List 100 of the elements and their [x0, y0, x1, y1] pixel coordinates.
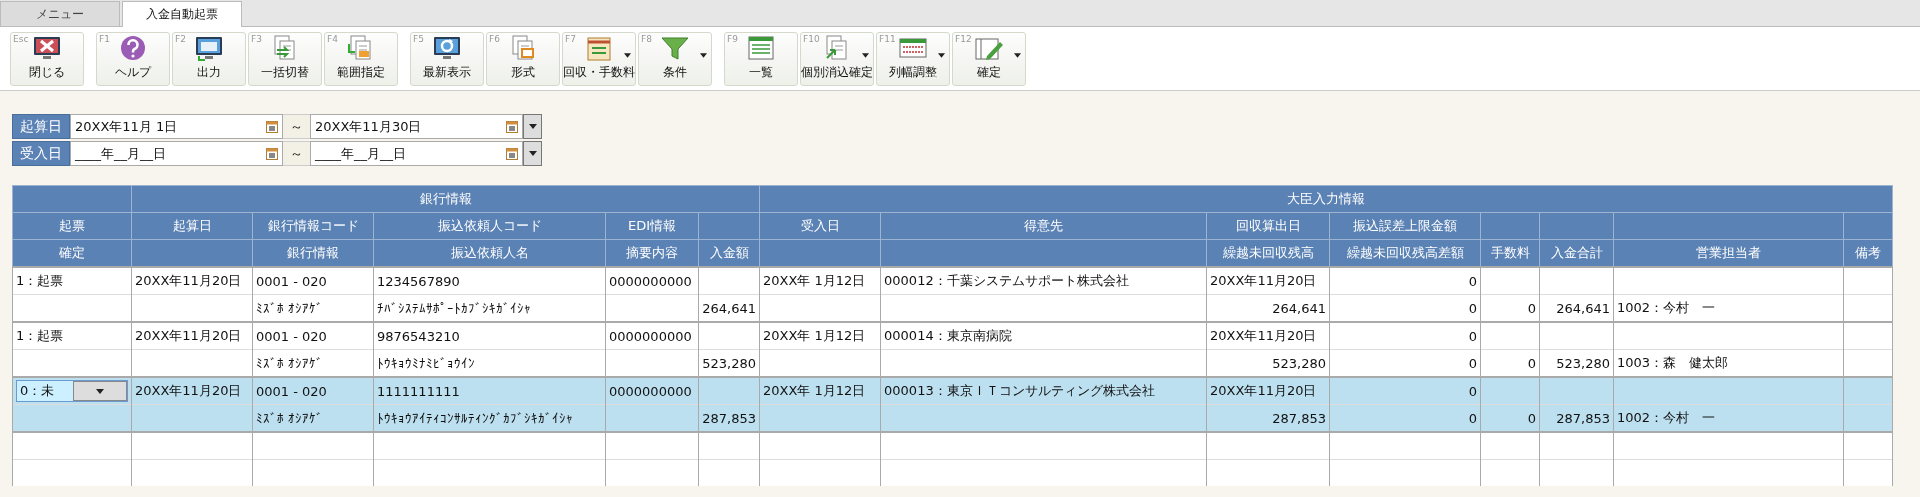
table-cell: 9876543210 — [373, 322, 606, 350]
table-cell: 523,280 — [698, 349, 760, 377]
date-field[interactable]: 20XX年11月 1日 — [70, 114, 283, 139]
table-cell: 20XX年 1月12日 — [759, 377, 881, 405]
table-cell: 523,280 — [1539, 349, 1614, 377]
range-separator: ～ — [283, 141, 310, 166]
caret-icon — [700, 52, 707, 58]
toolbar-button[interactable]: Esc 閉じる — [10, 31, 84, 86]
shortcut-key: F11 — [879, 33, 896, 44]
table-cell: 0 — [1480, 404, 1540, 432]
dropdown-button[interactable] — [523, 114, 542, 139]
toolbar-button[interactable]: F6 形式 — [486, 31, 560, 86]
caret-icon — [95, 388, 104, 394]
dropdown-button[interactable] — [523, 141, 542, 166]
table-cell: 264,641 — [698, 294, 760, 322]
list-icon — [745, 33, 777, 62]
range-separator: ～ — [283, 114, 310, 139]
table-cell: 0 — [1480, 349, 1540, 377]
column-header[interactable]: 回収算出日 — [1206, 212, 1330, 240]
toolbar-button[interactable]: F9 一覧 — [724, 31, 798, 86]
column-header[interactable]: 振込誤差上限金額 — [1329, 212, 1481, 240]
column-header[interactable]: 起算日 — [131, 212, 253, 240]
column-header[interactable]: 振込依頼人コード — [373, 212, 606, 240]
table-cell: 20XX年11月20日 — [131, 377, 253, 405]
caret-icon — [528, 151, 537, 156]
table-cell: 1234567890 — [373, 267, 606, 295]
table-cell: 20XX年11月20日 — [1206, 267, 1330, 295]
column-header[interactable]: 受入日 — [759, 212, 881, 240]
column-header[interactable]: 振込依頼人名 — [373, 239, 606, 267]
table-cell: 000014：東京南病院 — [880, 322, 1207, 350]
toolbar-button[interactable]: F7 回収・手数料 — [562, 31, 636, 86]
date-field[interactable]: ____年__月__日 — [70, 141, 283, 166]
table-cell: 287,853 — [698, 404, 760, 432]
toolbar-button[interactable]: F12 確定 — [952, 31, 1026, 86]
toolbar-button[interactable]: F10 個別消込確定 — [800, 31, 874, 86]
shortcut-key: F5 — [413, 33, 424, 44]
column-header[interactable]: EDI情報 — [605, 212, 699, 240]
column-header[interactable]: 起票 — [12, 212, 132, 240]
calendar-icon[interactable] — [266, 120, 278, 133]
group-header: 銀行情報 — [131, 185, 760, 213]
table-cell: 20XX年11月20日 — [131, 322, 253, 350]
shortcut-key: F9 — [727, 33, 738, 44]
shortcut-key: F2 — [175, 33, 186, 44]
column-header[interactable]: 繰越未回収残高 — [1206, 239, 1330, 267]
toolbar-button[interactable]: F5 最新表示 — [410, 31, 484, 86]
status-dropdown[interactable]: 0：未 — [16, 380, 128, 402]
toolbar-button[interactable]: F1 ヘルプ — [96, 31, 170, 86]
table-cell: 287,853 — [1539, 404, 1614, 432]
shortcut-key: F3 — [251, 33, 262, 44]
column-header[interactable]: 入金額 — [698, 239, 760, 267]
column-header[interactable]: 銀行情報 — [252, 239, 374, 267]
shortcut-key: F1 — [99, 33, 110, 44]
table-cell: ﾐｽﾞﾎ ｵｼｱｹﾞ — [252, 404, 374, 432]
date-field[interactable]: ____年__月__日 — [310, 141, 523, 166]
table-cell: 1111111111 — [373, 377, 606, 405]
shortcut-key: F7 — [565, 33, 576, 44]
filter-label: 受入日 — [12, 141, 70, 166]
column-header[interactable]: 確定 — [12, 239, 132, 267]
toolbar-button[interactable]: F3 一括切替 — [248, 31, 322, 86]
table-cell: 0000000000 — [605, 267, 699, 295]
table-cell: ﾐｽﾞﾎ ｵｼｱｹﾞ — [252, 294, 374, 322]
table-cell: 0 — [1329, 322, 1481, 350]
table-cell: 20XX年11月20日 — [1206, 377, 1330, 405]
group-header: 大臣入力情報 — [759, 185, 1893, 213]
shortcut-key: F4 — [327, 33, 338, 44]
shortcut-key: Esc — [13, 33, 29, 44]
shortcut-key: F8 — [641, 33, 652, 44]
table-cell: ﾄｳｷｮｳｱｲﾃｨｺﾝｻﾙﾃｨﾝｸﾞｶﾌﾞｼｷｶﾞｲｼｬ — [373, 404, 606, 432]
table-cell: 1003：森 健太郎 — [1613, 349, 1844, 377]
table-cell: 0 — [1329, 404, 1481, 432]
column-header[interactable]: 摘要内容 — [605, 239, 699, 267]
table-cell: 20XX年 1月12日 — [759, 267, 881, 295]
column-header[interactable]: 銀行情報コード — [252, 212, 374, 240]
table-cell: 264,641 — [1539, 294, 1614, 322]
table-cell: 0 — [1329, 294, 1481, 322]
table-cell: 1002：今村 一 — [1613, 404, 1844, 432]
calendar-icon[interactable] — [506, 147, 518, 160]
column-header[interactable]: 繰越未回収残高差額 — [1329, 239, 1481, 267]
filter-label: 起算日 — [12, 114, 70, 139]
tab[interactable]: 入金自動起票 — [122, 1, 242, 27]
table-cell: 1002：今村 一 — [1613, 294, 1844, 322]
table-cell: 000012：千葉システムサポート株式会社 — [880, 267, 1207, 295]
table-cell: 523,280 — [1206, 349, 1330, 377]
column-header[interactable]: 入金合計 — [1539, 239, 1614, 267]
column-header[interactable]: 得意先 — [880, 212, 1207, 240]
caret-icon — [938, 52, 945, 58]
table-cell: 0001 - 020 — [252, 377, 374, 405]
tab[interactable]: メニュー — [0, 1, 120, 26]
calendar-icon[interactable] — [266, 147, 278, 160]
table-cell: ﾐｽﾞﾎ ｵｼｱｹﾞ — [252, 349, 374, 377]
table-cell: 0000000000 — [605, 377, 699, 405]
toolbar-button[interactable]: F11 列幅調整 — [876, 31, 950, 86]
toolbar-button[interactable]: F2 出力 — [172, 31, 246, 86]
date-field[interactable]: 20XX年11月30日 — [310, 114, 523, 139]
shortcut-key: F10 — [803, 33, 820, 44]
table-cell: 0 — [1329, 267, 1481, 295]
column-header[interactable]: 営業担当者 — [1613, 239, 1844, 267]
toolbar-button[interactable]: F4 範囲指定 — [324, 31, 398, 86]
calendar-icon[interactable] — [506, 120, 518, 133]
toolbar-button[interactable]: F8 条件 — [638, 31, 712, 86]
